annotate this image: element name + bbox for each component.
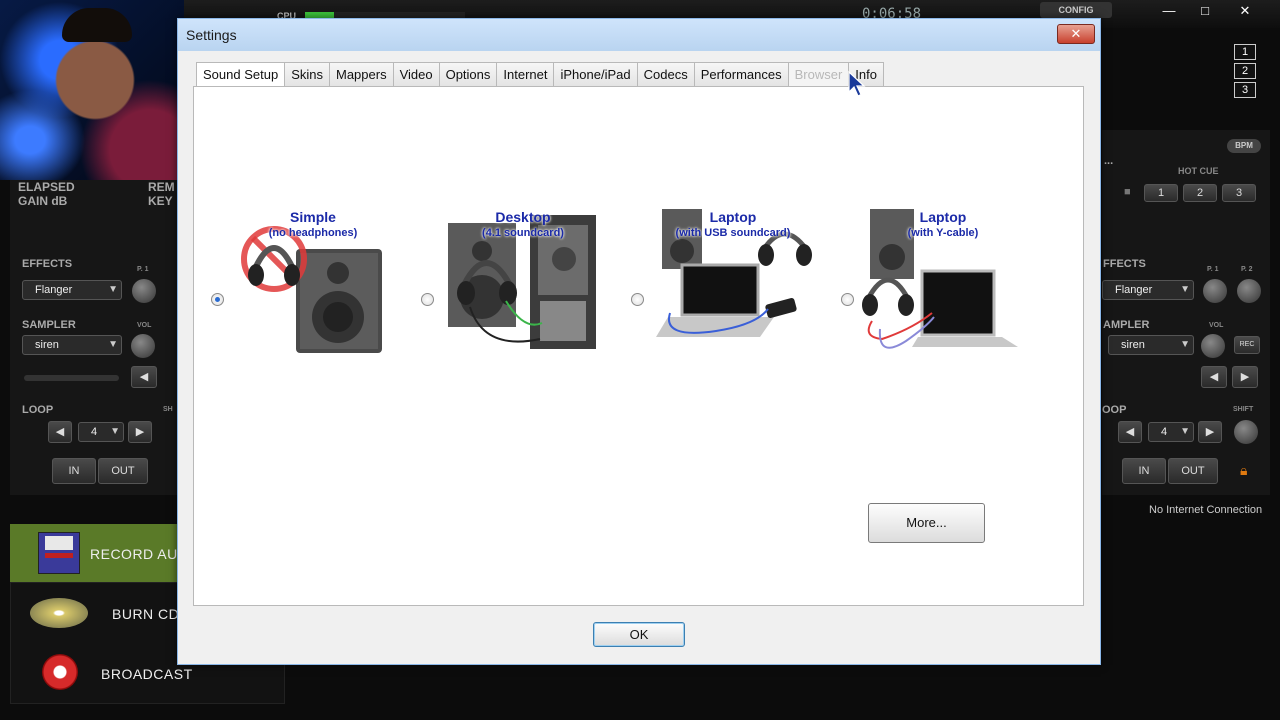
dialog-close-button[interactable]: ✕ — [1057, 24, 1095, 44]
webcam-person — [62, 8, 132, 42]
hot-cue-label: HOT CUE — [1178, 166, 1219, 176]
close-icon: ✕ — [1070, 26, 1082, 41]
desktop-subtitle: (4.1 soundcard) — [482, 227, 564, 239]
tab-browser[interactable]: Browser — [787, 62, 850, 87]
right-vol-label: VOL — [1209, 322, 1224, 329]
tab-skins[interactable]: Skins — [284, 62, 330, 87]
right-p2-label: P. 2 — [1241, 266, 1253, 273]
ok-button[interactable]: OK — [593, 622, 685, 647]
loop-forward-button[interactable]: ▶ — [128, 421, 152, 443]
sampler-select[interactable]: siren — [22, 335, 122, 355]
loop-size-select[interactable]: 4 — [78, 422, 124, 442]
hot-cue-3-button[interactable]: 3 — [1222, 184, 1256, 202]
broadcast-label[interactable]: BROADCAST — [101, 666, 193, 682]
loop-out-button[interactable]: OUT — [98, 458, 148, 484]
laptop-usb-title: Laptop — [709, 209, 757, 225]
vol-label: VOL — [137, 322, 152, 329]
settings-dialog: Settings ✕ Sound Setup Skins Mappers Vid… — [177, 18, 1101, 665]
right-loop-back-button[interactable]: ◀ — [1118, 421, 1142, 443]
sampler-volume-knob[interactable] — [131, 334, 155, 358]
more-dots[interactable]: ... — [1104, 155, 1113, 167]
bpm-button[interactable]: BPM — [1227, 139, 1261, 153]
right-sampler-next-button[interactable]: ▶ — [1232, 366, 1258, 388]
settings-tab-strip: Sound Setup Skins Mappers Video Options … — [196, 62, 884, 89]
laptop-ycable-title: Laptop — [919, 209, 967, 225]
tab-sound-setup[interactable]: Sound Setup — [196, 62, 286, 89]
tab-iphone-ipad[interactable]: iPhone/iPad — [553, 62, 638, 87]
tab-mappers[interactable]: Mappers — [328, 62, 394, 87]
sampler-slider[interactable] — [24, 375, 119, 381]
remain-label: REM — [148, 180, 175, 194]
internet-status: No Internet Connection — [1149, 504, 1263, 516]
simple-subtitle: (no headphones) — [268, 227, 358, 239]
maximize-icon[interactable]: □ — [1190, 2, 1220, 20]
dialog-titlebar[interactable]: Settings ✕ — [178, 19, 1100, 51]
laptop-usb-radio[interactable] — [631, 293, 644, 306]
shift-knob[interactable] — [1234, 420, 1258, 444]
elapsed-label: ELAPSED — [18, 180, 75, 194]
right-shift-label: SHIFT — [1233, 406, 1254, 413]
laptop-ycable-subtitle: (with Y-cable) — [907, 227, 979, 239]
shift-label: SH — [163, 406, 173, 413]
desktop-title: Desktop — [495, 209, 551, 225]
sampler-rec-button[interactable]: REC — [1234, 336, 1260, 354]
effects-label: EFFECTS — [22, 258, 73, 270]
loop-in-button[interactable]: IN — [52, 458, 96, 484]
deck-3-button[interactable]: 3 — [1234, 82, 1256, 98]
laptop-usb-subtitle: (with USB soundcard) — [675, 227, 791, 239]
burn-cd-label[interactable]: BURN CD — [112, 606, 179, 622]
tab-performances[interactable]: Performances — [693, 62, 789, 87]
effect-select[interactable]: Flanger — [22, 280, 122, 300]
lock-icon[interactable]: ■ — [1124, 186, 1131, 198]
app-close-icon[interactable]: ✕ — [1230, 2, 1260, 20]
p1-label: P. 1 — [137, 266, 149, 273]
right-effect-select[interactable]: Flanger — [1102, 280, 1194, 300]
desktop-radio[interactable] — [421, 293, 434, 306]
broadcast-icon — [42, 654, 78, 690]
simple-radio[interactable] — [211, 293, 224, 306]
right-sampler-select[interactable]: siren — [1108, 335, 1194, 355]
loop-label: LOOP — [22, 404, 54, 416]
hot-cue-2-button[interactable]: 2 — [1183, 184, 1217, 202]
right-effect-p2-knob[interactable] — [1237, 279, 1261, 303]
sampler-prev-button[interactable]: ◀ — [131, 366, 157, 388]
right-sampler-label: AMPLER — [1103, 319, 1150, 331]
right-effect-p1-knob[interactable] — [1203, 279, 1227, 303]
config-button[interactable]: CONFIG — [1040, 2, 1112, 18]
right-loop-label: OOP — [1102, 404, 1127, 416]
tab-options[interactable]: Options — [438, 62, 498, 87]
right-p1-label: P. 1 — [1207, 266, 1219, 273]
lock-icon[interactable]: 🔒︎ — [1240, 462, 1247, 479]
sampler-label: SAMPLER — [22, 319, 76, 331]
record-audio-label[interactable]: RECORD AU — [90, 546, 178, 562]
gain-label: GAIN dB — [18, 194, 68, 208]
right-sampler-prev-button[interactable]: ◀ — [1201, 366, 1227, 388]
right-effects-label: FFECTS — [1103, 258, 1146, 270]
deck-2-button[interactable]: 2 — [1234, 63, 1256, 79]
webcam-video — [0, 0, 184, 180]
minimize-icon[interactable]: — — [1154, 2, 1184, 20]
simple-title: Simple — [290, 209, 336, 225]
loop-back-button[interactable]: ◀ — [48, 421, 72, 443]
mouse-cursor-icon — [848, 70, 866, 97]
right-sampler-volume-knob[interactable] — [1201, 334, 1225, 358]
right-loop-in-button[interactable]: IN — [1122, 458, 1166, 484]
cd-icon — [30, 598, 88, 628]
key-label: KEY — [148, 194, 173, 208]
right-loop-size-select[interactable]: 4 — [1148, 422, 1194, 442]
floppy-disk-icon — [38, 532, 80, 574]
more-button[interactable]: More... — [868, 503, 985, 543]
dialog-title: Settings — [186, 27, 237, 43]
tab-internet[interactable]: Internet — [496, 62, 555, 87]
tab-codecs[interactable]: Codecs — [636, 62, 695, 87]
deck-1-button[interactable]: 1 — [1234, 44, 1256, 60]
effect-param-knob[interactable] — [132, 279, 156, 303]
laptop-ycable-radio[interactable] — [841, 293, 854, 306]
hot-cue-1-button[interactable]: 1 — [1144, 184, 1178, 202]
right-loop-forward-button[interactable]: ▶ — [1198, 421, 1222, 443]
tab-video[interactable]: Video — [392, 62, 440, 87]
right-loop-out-button[interactable]: OUT — [1168, 458, 1218, 484]
